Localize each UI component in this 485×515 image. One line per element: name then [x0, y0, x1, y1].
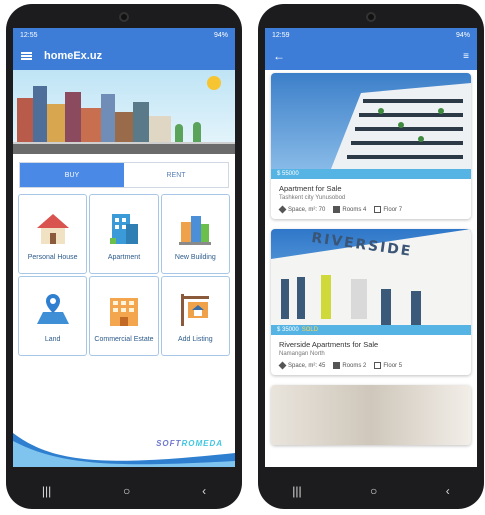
space-icon — [278, 361, 287, 370]
system-nav-bar: ||| ○ ‹ — [6, 473, 242, 509]
listing-title: Riverside Apartments for Sale — [279, 340, 379, 350]
listing-floor: Floor 5 — [383, 363, 403, 370]
category-label: Apartment — [107, 254, 141, 261]
listing-specs: Space, m²: 70 Rooms 4 Floor 7 — [278, 205, 463, 214]
road — [13, 142, 235, 154]
back-arrow-icon[interactable]: ← — [273, 49, 285, 63]
home-screen: 12:55 94% homeEx.uz BUY RENT Personal Ho… — [13, 28, 235, 467]
back-icon[interactable]: ‹ — [446, 484, 450, 498]
new-building-icon — [173, 206, 217, 250]
sold-badge: SOLD — [301, 327, 319, 334]
category-label: Commercial Estate — [94, 336, 154, 343]
listings-screen: 12:59 94% ← ≡ $ 55000 Apartment for Sale… — [265, 28, 477, 467]
listing-title: Apartment for Sale — [279, 184, 342, 193]
listing-rooms: Rooms 2 — [342, 363, 367, 370]
front-camera — [366, 12, 376, 22]
price-bar: $ 35000 SOLD — [271, 325, 471, 336]
apartment-icon — [102, 206, 146, 250]
listing-list: $ 55000 Apartment for Sale Tashkent city… — [265, 70, 477, 458]
sun-icon — [207, 76, 221, 90]
category-label: Land — [44, 336, 61, 343]
listing-photo — [271, 385, 471, 446]
home-icon[interactable]: ○ — [370, 484, 377, 498]
space-icon — [278, 205, 287, 214]
listing-card[interactable] — [271, 385, 471, 446]
listing-space: Space, m²: 45 — [288, 363, 326, 370]
status-time: 12:59 — [272, 31, 290, 39]
recents-icon[interactable]: ||| — [42, 484, 51, 498]
listing-photo: $ 55000 — [271, 73, 471, 179]
app-title: homeEx.uz — [44, 50, 103, 62]
floor-icon — [374, 362, 382, 370]
tab-rent[interactable]: RENT — [124, 163, 228, 187]
category-label: Add Listing — [178, 336, 213, 343]
buy-rent-tabs: BUY RENT — [19, 162, 229, 188]
rooms-icon — [333, 362, 341, 370]
menu-icon[interactable] — [21, 52, 32, 60]
tab-buy[interactable]: BUY — [20, 163, 124, 187]
back-icon[interactable]: ‹ — [202, 484, 206, 498]
recents-icon[interactable]: ||| — [292, 484, 301, 498]
city-banner — [13, 70, 235, 154]
listing-price: $ 35000 — [277, 327, 299, 334]
home-icon[interactable]: ○ — [123, 484, 130, 498]
category-add-listing[interactable]: Add Listing — [160, 276, 230, 356]
rooms-icon — [333, 206, 341, 213]
category-grid: Personal House Apartment New Building La… — [18, 194, 230, 356]
house-icon — [31, 206, 75, 250]
category-commercial-estate[interactable]: Commercial Estate — [89, 276, 159, 356]
listing-card[interactable]: $ 55000 Apartment for Sale Tashkent city… — [271, 73, 471, 220]
footer-wave: SOFTROMEDA — [13, 423, 235, 467]
status-time: 12:55 — [20, 31, 38, 39]
floor-icon — [374, 206, 382, 213]
app-bar: ← ≡ — [265, 42, 477, 70]
price-bar: $ 55000 — [271, 169, 471, 179]
add-listing-icon — [173, 288, 217, 332]
category-apartment[interactable]: Apartment — [89, 194, 159, 274]
listing-specs: Space, m²: 45 Rooms 2 Floor 5 — [278, 361, 463, 370]
category-land[interactable]: Land — [18, 276, 88, 356]
listing-photo: RIVERSIDE $ 35000 SOLD — [271, 229, 471, 336]
listing-rooms: Rooms 4 — [342, 207, 367, 214]
status-bar: 12:55 94% — [13, 28, 235, 42]
brand-logo: SOFTROMEDA — [156, 439, 223, 448]
listing-floor: Floor 7 — [383, 207, 403, 214]
front-camera — [119, 12, 129, 22]
status-bar: 12:59 94% — [265, 28, 477, 42]
land-icon — [31, 288, 75, 332]
filter-icon[interactable]: ≡ — [463, 51, 469, 62]
system-nav-bar: ||| ○ ‹ — [258, 473, 484, 509]
listing-location: Tashkent city Yunusobod — [279, 195, 346, 201]
status-battery: 94% — [455, 31, 470, 39]
app-bar: homeEx.uz — [13, 42, 235, 70]
category-new-building[interactable]: New Building — [160, 194, 230, 274]
listing-price: $ 55000 — [277, 171, 299, 177]
category-label: New Building — [174, 254, 216, 261]
phone-listings-screen: 12:59 94% ← ≡ $ 55000 Apartment for Sale… — [258, 4, 484, 509]
category-personal-house[interactable]: Personal House — [18, 194, 88, 274]
commercial-estate-icon — [102, 288, 146, 332]
listing-space: Space, m²: 70 — [288, 207, 326, 214]
phone-home-screen: 12:55 94% homeEx.uz BUY RENT Personal Ho… — [6, 4, 242, 509]
listing-location: Namangan North — [279, 351, 325, 358]
category-label: Personal House — [27, 254, 78, 261]
listing-card[interactable]: RIVERSIDE $ 35000 SOLD Riverside Apartme… — [271, 229, 471, 376]
status-battery: 94% — [213, 31, 228, 39]
